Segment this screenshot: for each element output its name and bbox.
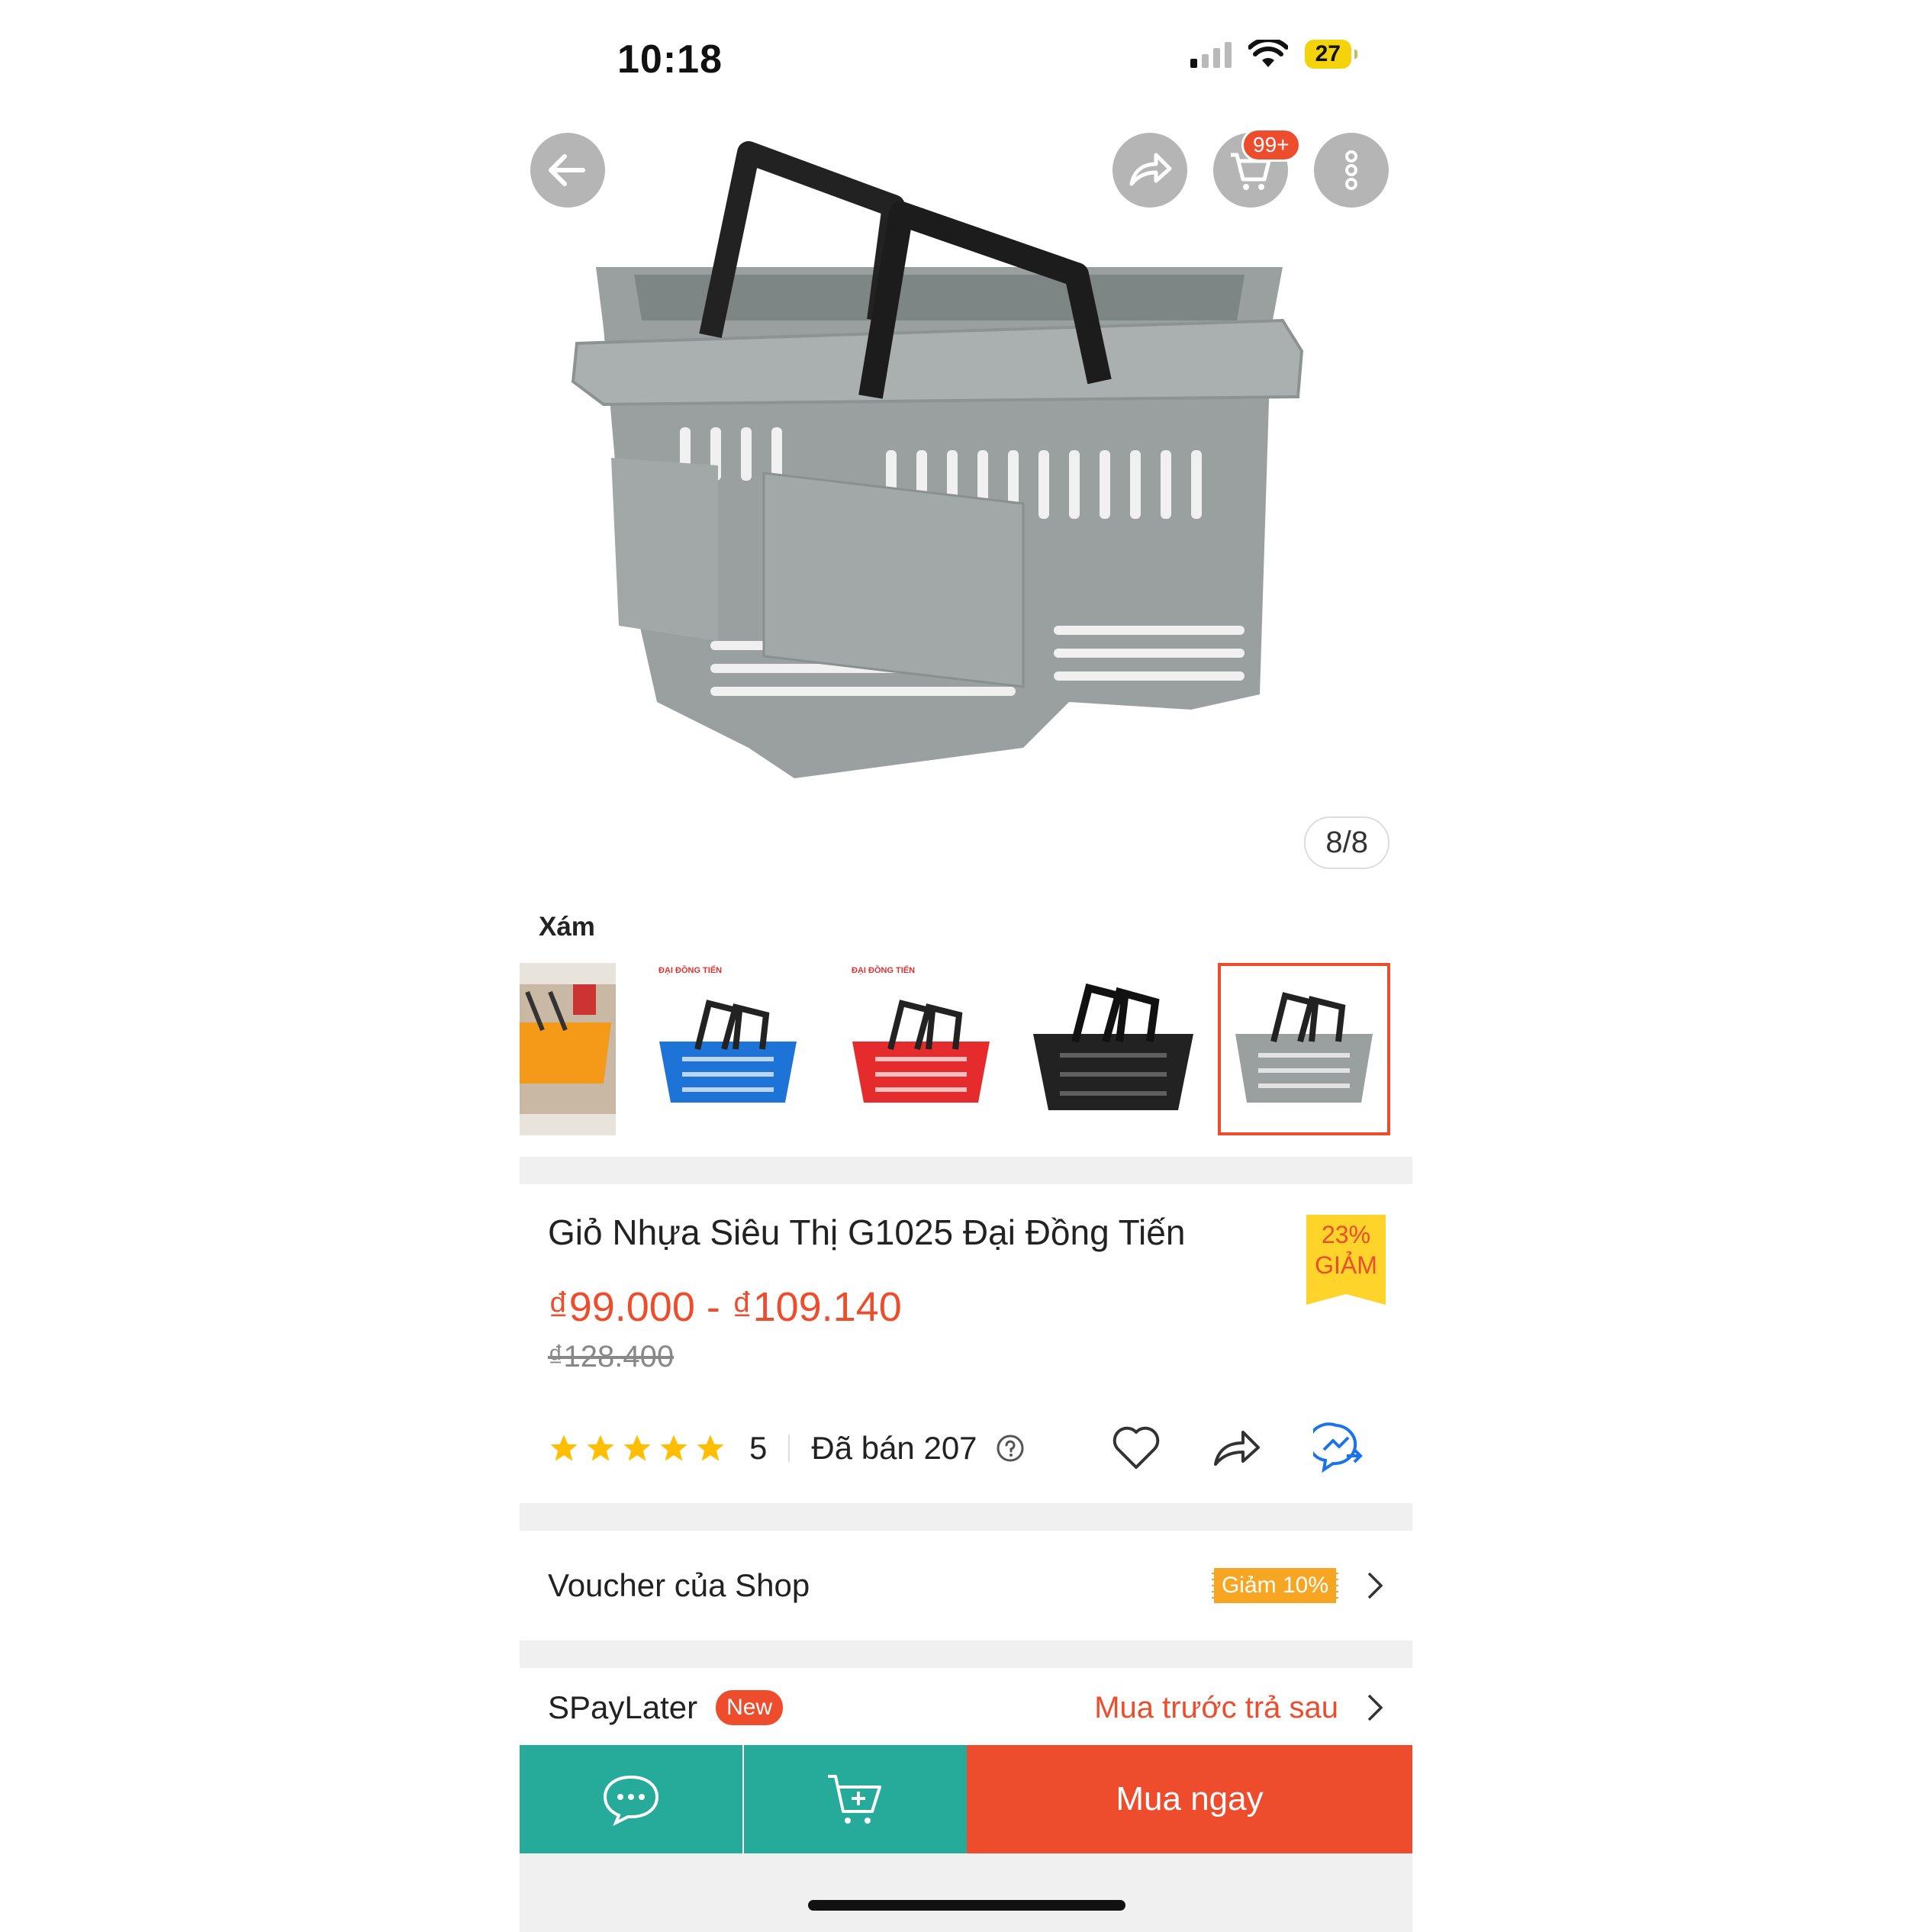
share-icon[interactable] — [1211, 1425, 1263, 1470]
basket-image — [1033, 983, 1193, 1110]
wifi-icon — [1248, 40, 1288, 67]
price-range: ₫99.000 - ₫109.140 — [548, 1284, 902, 1330]
image-counter: 8/8 — [1304, 816, 1389, 869]
rating-divider — [788, 1435, 791, 1462]
back-arrow-icon — [549, 154, 585, 186]
home-indicator[interactable] — [808, 1900, 1125, 1911]
status-icons: 27 — [1190, 40, 1358, 69]
section-divider — [520, 1641, 1412, 1668]
product-title: Giỏ Nhựa Siêu Thị G1025 Đại Đồng Tiến — [548, 1212, 1186, 1252]
star-icon — [587, 1435, 614, 1461]
bottom-safe-area — [520, 1853, 1412, 1932]
product-image-carousel[interactable]: 99+ 8/8 — [520, 92, 1412, 893]
original-price: ₫128.400 — [548, 1340, 675, 1373]
star-icon — [550, 1435, 578, 1461]
more-button[interactable] — [1314, 133, 1389, 208]
battery-indicator: 27 — [1304, 40, 1358, 69]
help-icon[interactable] — [996, 1434, 1025, 1463]
chat-icon — [603, 1775, 659, 1826]
product-actions — [1112, 1422, 1367, 1473]
star-rating — [548, 1432, 726, 1464]
add-to-cart-icon — [828, 1775, 881, 1824]
variant-thumb-black[interactable] — [1027, 963, 1199, 1135]
spaylater-row[interactable]: SPayLater New Mua trước trả sau — [520, 1670, 1412, 1746]
more-icon — [1345, 150, 1357, 190]
variant-thumb-gray[interactable] — [1218, 963, 1390, 1135]
phone-screen: 10:18 27 99+ 8/8 Xám ĐẠI ĐỒNG TIẾN ĐẠI Đ… — [520, 0, 1412, 1932]
heart-icon[interactable] — [1112, 1425, 1161, 1470]
share-button[interactable] — [1113, 133, 1187, 208]
shop-voucher-row[interactable]: Voucher của Shop Giảm 10% — [520, 1532, 1412, 1639]
signal-icon — [1190, 40, 1232, 68]
back-button[interactable] — [530, 133, 605, 208]
discount-percent: 23% — [1321, 1221, 1371, 1248]
basket-image — [659, 1000, 797, 1103]
add-to-cart-button[interactable] — [744, 1745, 967, 1853]
share-icon — [1129, 153, 1172, 186]
star-icon — [660, 1435, 687, 1461]
star-icon — [623, 1435, 651, 1461]
new-badge: New — [716, 1690, 784, 1725]
status-time: 10:18 — [617, 37, 723, 82]
bottom-action-bar: Mua ngay — [520, 1745, 1412, 1853]
variant-thumb-red[interactable]: ĐẠI ĐỒNG TIẾN — [835, 963, 1007, 1135]
messenger-icon[interactable] — [1313, 1422, 1367, 1473]
spaylater-link: Mua trước trả sau — [1094, 1690, 1338, 1724]
section-divider — [520, 1503, 1412, 1531]
sold-count: Đã bán 207 — [811, 1430, 977, 1466]
variant-thumb-orange[interactable] — [520, 963, 616, 1135]
spaylater-label: SPayLater — [548, 1689, 698, 1725]
voucher-label: Voucher của Shop — [548, 1567, 810, 1603]
thumb-brand-text: ĐẠI ĐỒNG TIẾN — [852, 966, 916, 975]
discount-word: GIẢM — [1315, 1251, 1377, 1279]
chevron-right-icon — [1367, 1572, 1383, 1599]
basket-image — [520, 984, 616, 1114]
section-divider — [520, 1157, 1412, 1184]
basket-image — [1235, 992, 1373, 1103]
cart-count-badge: 99+ — [1241, 128, 1301, 162]
chat-button[interactable] — [520, 1745, 742, 1853]
star-icon — [697, 1435, 724, 1461]
rating-value: 5 — [749, 1430, 768, 1466]
buy-now-button[interactable]: Mua ngay — [967, 1745, 1412, 1853]
basket-image — [852, 1000, 990, 1103]
selected-variant-label: Xám — [539, 912, 595, 942]
chevron-right-icon — [1367, 1694, 1383, 1721]
variant-thumb-blue[interactable]: ĐẠI ĐỒNG TIẾN — [642, 963, 814, 1135]
rating-row: 5 Đã bán 207 — [548, 1424, 1025, 1473]
cart-button[interactable]: 99+ — [1213, 128, 1301, 208]
variant-thumbnails: ĐẠI ĐỒNG TIẾN ĐẠI ĐỒNG TIẾN — [520, 963, 1412, 1138]
voucher-tag: Giảm 10% — [1211, 1568, 1338, 1603]
thumb-brand-text: ĐẠI ĐỒNG TIẾN — [658, 966, 723, 975]
discount-badge: 23% GIẢM — [1306, 1215, 1386, 1305]
